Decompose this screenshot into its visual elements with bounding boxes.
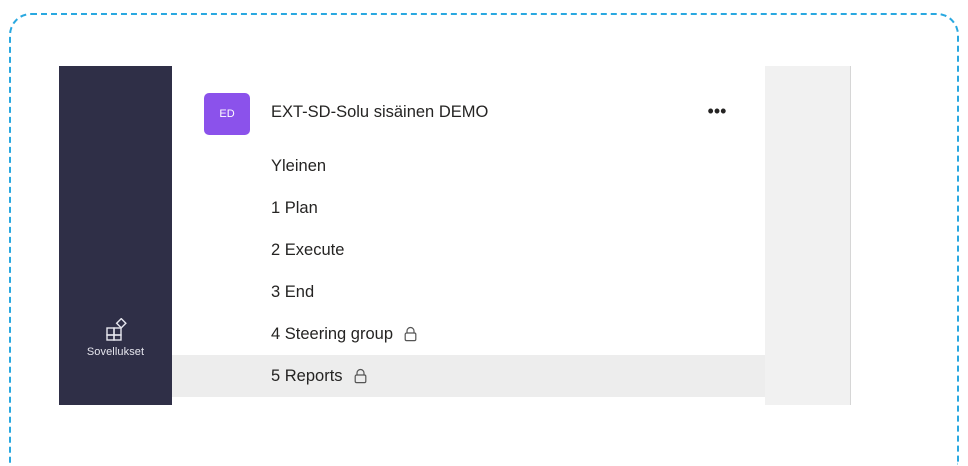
- more-options-button[interactable]: •••: [697, 100, 737, 122]
- apps-label: Sovellukset: [86, 346, 145, 358]
- channel-label: 1 Plan: [271, 198, 318, 217]
- channel-label: 3 End: [271, 282, 315, 301]
- channel-label: 2 Execute: [271, 240, 345, 259]
- channel-item-plan[interactable]: 1 Plan: [172, 187, 765, 229]
- channel-label: 4 Steering group: [271, 324, 394, 343]
- channel-item-end[interactable]: 3 End: [172, 271, 765, 313]
- lock-icon: [404, 326, 417, 342]
- apps-button[interactable]: Sovellukset: [59, 318, 172, 380]
- channel-label: 5 Reports: [271, 366, 343, 385]
- app-rail: Sovellukset: [59, 66, 172, 405]
- channel-label: Yleinen: [271, 156, 327, 175]
- channel-panel: ED EXT-SD-Solu sisäinen DEMO ••• Yleinen…: [172, 66, 765, 405]
- channel-item-steering-group[interactable]: 4 Steering group: [172, 313, 765, 355]
- more-options-icon: •••: [707, 100, 727, 121]
- team-name: EXT-SD-Solu sisäinen DEMO: [271, 103, 489, 121]
- channel-list: Yleinen 1 Plan 2 Execute 3 End 4 Steerin…: [172, 145, 765, 397]
- lock-icon: [354, 368, 367, 384]
- right-panel: [765, 66, 851, 405]
- team-header[interactable]: ED EXT-SD-Solu sisäinen DEMO •••: [172, 90, 765, 136]
- channel-item-execute[interactable]: 2 Execute: [172, 229, 765, 271]
- team-avatar: ED: [204, 93, 250, 135]
- channel-item-reports[interactable]: 5 Reports: [172, 355, 765, 397]
- apps-icon: [104, 318, 128, 342]
- channel-item-yleinen[interactable]: Yleinen: [172, 145, 765, 187]
